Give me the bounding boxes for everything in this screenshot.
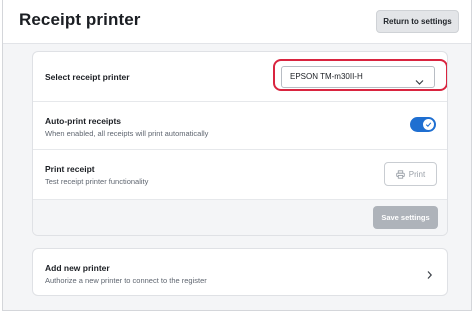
printer-icon [396, 169, 405, 179]
page-title: Receipt printer [19, 10, 141, 29]
toggle-knob [423, 119, 434, 130]
add-printer-label: Add new printer [45, 263, 110, 273]
print-receipt-row: Print receipt Test receipt printer funct… [33, 150, 447, 200]
auto-print-description: When enabled, all receipts will print au… [45, 129, 209, 138]
select-printer-label: Select receipt printer [45, 72, 130, 82]
add-printer-description: Authorize a new printer to connect to th… [45, 276, 207, 285]
add-new-printer-card[interactable]: Add new printer Authorize a new printer … [32, 248, 448, 296]
chevron-down-icon [415, 73, 424, 91]
printer-settings-card: Select receipt printer EPSON TM-m30II-H … [32, 51, 448, 236]
page-header: Receipt printer Return to settings [3, 0, 471, 44]
print-button-label: Print [408, 169, 426, 179]
print-receipt-label: Print receipt [45, 164, 95, 174]
checkmark-icon [425, 122, 432, 127]
print-receipt-description: Test receipt printer functionality [45, 177, 149, 186]
chevron-right-icon [426, 267, 433, 285]
print-button[interactable]: Print [384, 162, 437, 186]
auto-print-label: Auto-print receipts [45, 116, 122, 126]
card-footer: Save settings [33, 200, 447, 235]
receipt-printer-window: Receipt printer Return to settings Selec… [2, 0, 472, 311]
save-settings-button[interactable]: Save settings [373, 206, 438, 229]
return-to-settings-button[interactable]: Return to settings [376, 10, 459, 33]
auto-print-toggle[interactable] [410, 117, 436, 132]
select-printer-row: Select receipt printer EPSON TM-m30II-H [33, 52, 447, 102]
printer-select[interactable]: EPSON TM-m30II-H [281, 66, 435, 88]
auto-print-row: Auto-print receipts When enabled, all re… [33, 102, 447, 150]
printer-select-value: EPSON TM-m30II-H [290, 72, 363, 81]
